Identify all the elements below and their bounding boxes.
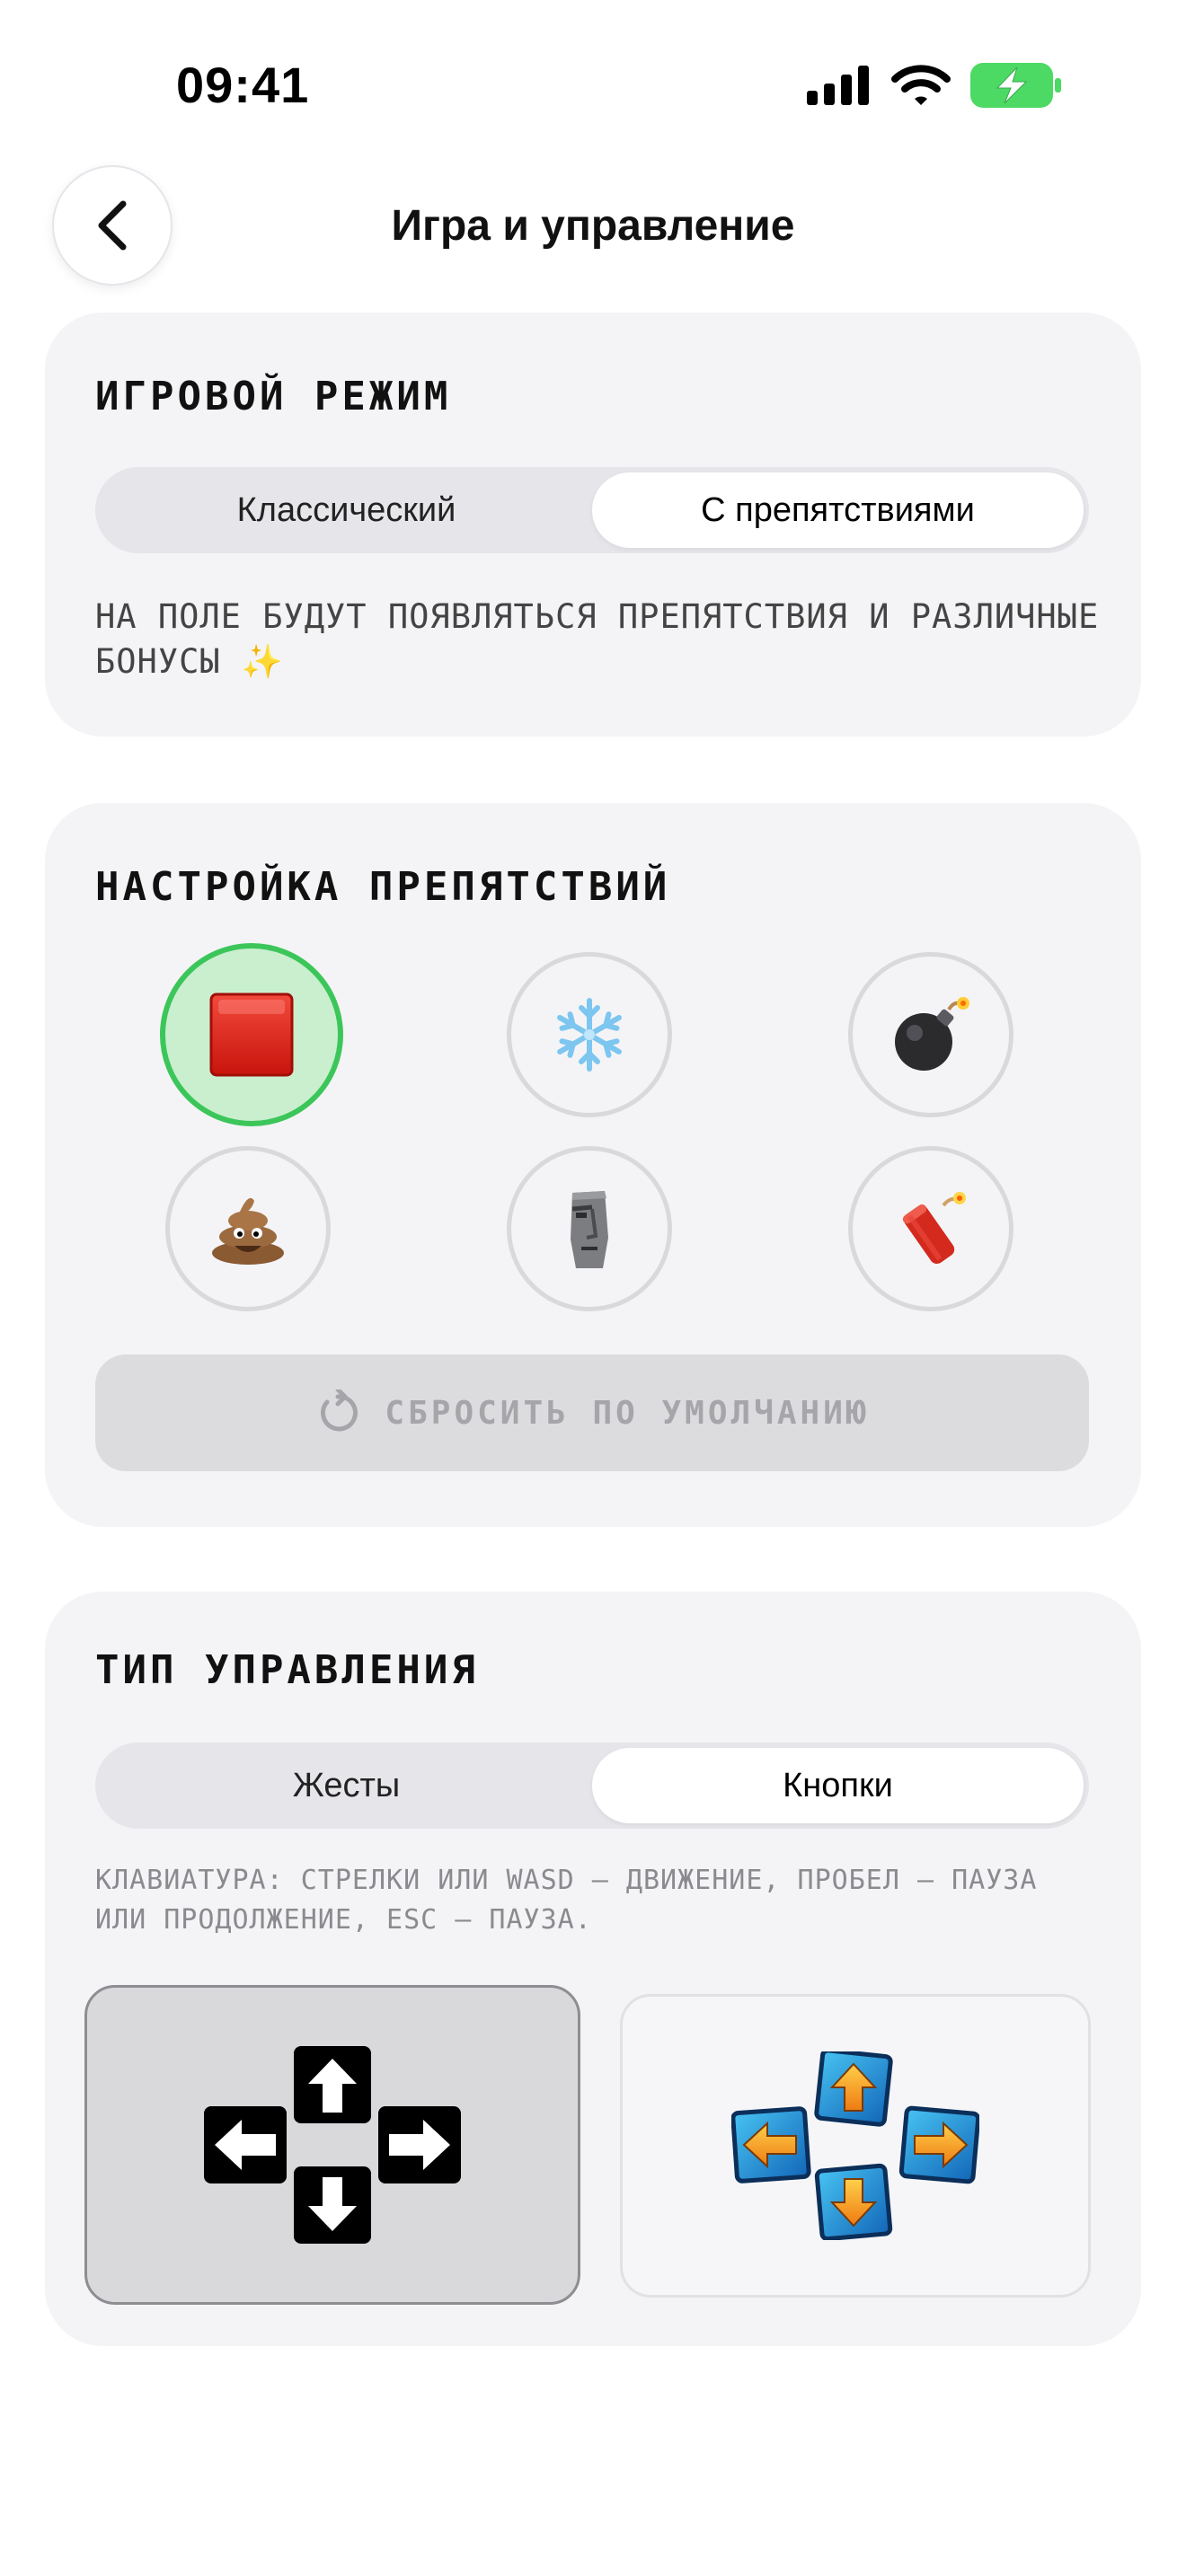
- control-type-description: Клавиатура: стрелки или WASD — движение,…: [95, 1865, 1038, 1936]
- obstacle-moai[interactable]: [507, 1146, 672, 1311]
- mode-option-classic[interactable]: Классический: [101, 472, 592, 548]
- reset-icon: [321, 1389, 358, 1432]
- control-style-blue-dpad[interactable]: [620, 1994, 1091, 2298]
- settings-screen: 09:41 Игра и управление ИГРОВОЙ РЕЖИМ Кл…: [0, 0, 1186, 2576]
- reset-label: Сбросить по умолчанию: [385, 1394, 870, 1432]
- moai-icon: [571, 1191, 608, 1268]
- status-bar: 09:41: [0, 0, 1186, 171]
- pixel-arrows-icon: [204, 2046, 461, 2244]
- status-time: 09:41: [176, 57, 310, 113]
- game-mode-card: Игровой режим Классический С препятствия…: [45, 313, 1141, 737]
- control-option-gestures[interactable]: Жесты: [101, 1748, 592, 1823]
- poop-icon: [212, 1197, 284, 1265]
- obstacle-dynamite[interactable]: [848, 1146, 1013, 1311]
- game-mode-title: Игровой режим: [95, 374, 452, 419]
- cellular-signal-icon: [807, 66, 872, 105]
- battery-charging-icon: [970, 63, 1062, 108]
- control-type-card: Тип управления Жесты Кнопки Клавиатура: …: [45, 1592, 1141, 2346]
- game-mode-description: На поле будут появляться препятствия и р…: [95, 597, 1100, 681]
- blue-dpad-icon: [731, 2051, 979, 2240]
- control-option-buttons[interactable]: Кнопки: [592, 1748, 1084, 1823]
- mode-option-obstacles[interactable]: С препятствиями: [592, 472, 1084, 548]
- page-title: Игра и управление: [391, 202, 795, 250]
- obstacle-red-square[interactable]: [160, 943, 343, 1126]
- obstacle-poop[interactable]: [165, 1146, 331, 1311]
- reset-defaults-button[interactable]: Сбросить по умолчанию: [95, 1354, 1089, 1471]
- obstacles-card: Настройка препятствий: [45, 803, 1141, 1527]
- obstacle-snowflake[interactable]: [507, 952, 672, 1117]
- control-type-title: Тип управления: [95, 1647, 479, 1693]
- control-style-pixel-arrows[interactable]: [84, 1985, 580, 2305]
- status-icons: [807, 63, 1062, 108]
- snowflake-icon: [557, 998, 622, 1072]
- game-mode-segmented: Классический С препятствиями: [95, 467, 1089, 553]
- obstacle-bomb[interactable]: [848, 952, 1013, 1117]
- wifi-icon: [891, 64, 951, 107]
- header: Игра и управление: [0, 162, 1186, 287]
- red-square-icon: [209, 992, 294, 1077]
- bomb-icon: [895, 997, 969, 1071]
- dynamite-icon: [902, 1192, 966, 1265]
- control-type-segmented: Жесты Кнопки: [95, 1742, 1089, 1829]
